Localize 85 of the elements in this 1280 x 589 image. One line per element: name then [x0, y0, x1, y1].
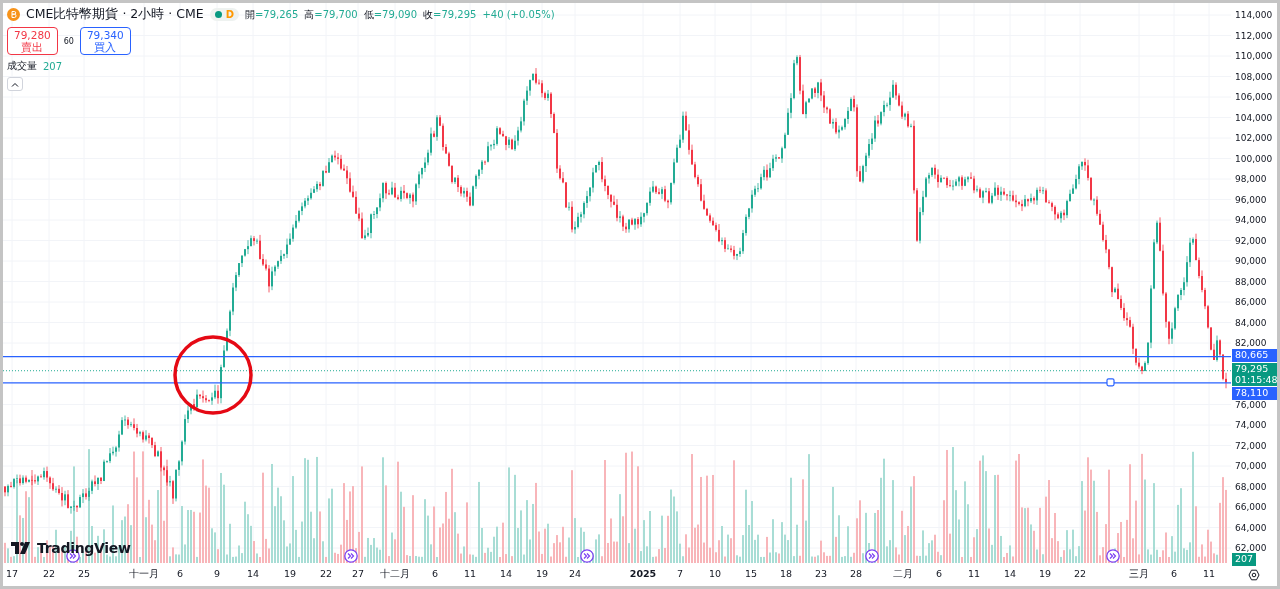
ohlc-value: 收=79,295: [423, 7, 477, 22]
time-tick-label: 7: [677, 568, 683, 579]
chevron-up-icon: [11, 81, 19, 87]
price-tick-label: 86,000: [1235, 297, 1267, 307]
volume-label: 成交量: [7, 59, 37, 74]
price-tick-label: 62,000: [1235, 543, 1267, 553]
event-marker-icon[interactable]: [865, 549, 879, 563]
price-tick-label: 74,000: [1235, 420, 1267, 430]
spread-value: 60: [63, 36, 74, 46]
time-tick-label: 23: [814, 568, 828, 579]
price-tick-label: 110,000: [1235, 51, 1273, 61]
time-tick-label: 24: [568, 568, 582, 579]
settings-icon[interactable]: [1248, 569, 1260, 581]
time-tick-label: 6: [432, 568, 438, 579]
price-tag: 80,665: [1232, 348, 1277, 362]
price-tick-label: 66,000: [1235, 502, 1267, 512]
price-tick-label: 108,000: [1235, 71, 1273, 82]
line-handle[interactable]: [1106, 378, 1115, 387]
time-tick-label: 10: [708, 568, 722, 579]
price-tick-label: 64,000: [1235, 522, 1267, 533]
time-tick-label: 11: [967, 568, 981, 579]
price-tag: 78,110: [1232, 387, 1277, 401]
volume-value: 207: [43, 60, 63, 72]
time-tick-label: 19: [535, 568, 549, 579]
price-tick-label: 98,000: [1235, 174, 1267, 184]
event-marker-icon[interactable]: [1106, 549, 1120, 563]
time-tick-label: 三月: [1129, 568, 1149, 581]
time-tick-label: 27: [351, 568, 365, 579]
time-tick-label: 25: [77, 568, 91, 579]
price-tick-label: 100,000: [1235, 153, 1273, 164]
time-tick-label: 28: [849, 568, 863, 579]
symbol-title: CME比特幣期貨 · 2小時 · CME: [26, 6, 204, 23]
ohlc-value: 低=79,090: [363, 7, 418, 22]
time-tick-label: 6: [1171, 568, 1177, 579]
time-tick-label: 11: [1202, 568, 1216, 579]
price-tick-label: 70,000: [1235, 461, 1267, 471]
time-tick-label: 14: [1003, 568, 1017, 579]
market-status-dot: [214, 11, 222, 18]
logo-icon: [11, 542, 33, 554]
time-tick-label: 2025: [629, 568, 657, 579]
time-tick-label: 11: [463, 568, 477, 579]
sell-button[interactable]: 79,280 賣出: [7, 27, 58, 56]
time-tick-label: 十二月: [380, 568, 410, 581]
time-tick-label: 6: [177, 568, 183, 579]
time-tick-label: 14: [499, 568, 513, 579]
logo-text: TradingView: [37, 540, 131, 556]
price-tick-label: 112,000: [1235, 30, 1273, 41]
bitcoin-icon: [7, 8, 20, 21]
price-tick-label: 92,000: [1235, 235, 1267, 246]
price-tick-label: 88,000: [1235, 276, 1267, 287]
collapse-button[interactable]: [7, 77, 23, 92]
price-tick-label: 102,000: [1235, 133, 1273, 143]
time-tick-label: 22: [319, 568, 333, 579]
time-tick-label: 15: [744, 568, 758, 579]
time-tick-label: 22: [1073, 568, 1087, 579]
time-tick-label: 14: [246, 568, 260, 579]
price-tick-label: 90,000: [1235, 256, 1267, 266]
time-tick-label: 19: [1038, 568, 1052, 579]
price-tick-label: 104,000: [1235, 112, 1273, 123]
ohlc-value: 高=79,700: [304, 7, 358, 22]
event-marker-icon[interactable]: [580, 549, 594, 563]
time-tick-label: 9: [214, 568, 220, 579]
time-tick-label: 二月: [893, 568, 913, 581]
price-tick-label: 84,000: [1235, 317, 1267, 328]
price-tick-label: 114,000: [1235, 10, 1273, 20]
event-marker-icon[interactable]: [344, 549, 358, 563]
time-tick-label: 17: [5, 568, 19, 579]
price-tag: 79,295 01:15:48: [1232, 362, 1277, 387]
time-tick-label: 十一月: [129, 568, 159, 581]
time-tick-label: 6: [936, 568, 942, 579]
time-tick-label: 19: [283, 568, 297, 579]
price-tick-label: 82,000: [1235, 338, 1267, 348]
price-tick-label: 68,000: [1235, 481, 1267, 492]
time-tick-label: 22: [42, 568, 56, 579]
price-tick-label: 94,000: [1235, 215, 1267, 225]
price-tick-label: 76,000: [1235, 399, 1267, 410]
price-tick-label: 72,000: [1235, 440, 1267, 451]
delay-label: D: [225, 9, 234, 20]
price-tick-label: 106,000: [1235, 92, 1273, 102]
price-tick-label: 96,000: [1235, 194, 1267, 205]
ohlc-value: 開=79,265: [244, 7, 299, 22]
time-tick-label: 18: [779, 568, 793, 579]
price-tag: 207: [1232, 553, 1257, 566]
buy-button[interactable]: 79,340 買入: [79, 27, 131, 56]
price-change: +40 (+0.05%): [482, 9, 555, 20]
